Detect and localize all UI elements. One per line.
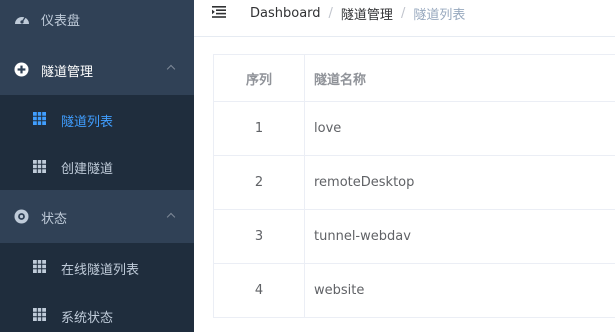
menu-label-dashboard: 仪表盘 [41,14,81,29]
table-cell-name: love [314,121,342,136]
menu-item-dashboard[interactable]: 仪表盘 [0,0,194,44]
grid-icon [33,160,46,173]
table-cell-name: remoteDesktop [314,175,415,190]
grid-icon [33,308,46,321]
menu-item-status[interactable]: 状态 [0,190,194,243]
submenu-label-tunnel-list: 隧道列表 [61,115,114,130]
submenu-item-system-status[interactable]: 系统状态 [0,291,194,332]
hamburger-icon[interactable] [212,6,226,18]
menu-label-status: 状态 [41,212,68,227]
chevron-up-icon [166,64,176,74]
breadcrumb-dashboard[interactable]: Dashboard [250,6,321,21]
breadcrumb-separator: / [400,6,406,21]
table-row[interactable]: 4 website [214,264,615,318]
table-header-row: 序列 隧道名称 [214,55,615,102]
grid-icon [33,260,46,273]
column-header-name: 隧道名称 [314,72,367,88]
table-cell-name: tunnel-webdav [314,229,411,244]
submenu-item-tunnel-list[interactable]: 隧道列表 [0,95,194,142]
menu-item-tunnel-management[interactable]: 隧道管理 [0,44,194,95]
plus-circle-icon [14,62,29,77]
breadcrumb: Dashboard / 隧道管理 / 隧道列表 [250,4,465,23]
status-icon [14,209,29,224]
breadcrumb-current: 隧道列表 [413,8,466,23]
table-cell-index: 3 [214,210,305,263]
chevron-up-icon [166,212,176,222]
table-row[interactable]: 2 remoteDesktop [214,156,615,210]
sidebar: 仪表盘 隧道管理 隧道列表 创建隧道 状态 在线隧道列表 系统状态 [0,0,194,332]
table-row[interactable]: 1 love [214,102,615,156]
breadcrumb-tunnel-management[interactable]: 隧道管理 [341,4,393,23]
column-header-index: 序列 [214,55,305,101]
tunnel-table: 序列 隧道名称 1 love 2 remoteDesktop 3 tunnel-… [213,54,615,318]
breadcrumb-separator: / [328,6,333,21]
table-cell-index: 4 [214,264,305,317]
grid-icon [33,112,46,125]
submenu-label-online-tunnel-list: 在线隧道列表 [61,263,140,278]
menu-label-tunnel-management: 隧道管理 [41,65,94,80]
table-row[interactable]: 3 tunnel-webdav [214,210,615,264]
table-cell-name: website [314,283,365,298]
header-divider [194,36,615,37]
submenu-label-create-tunnel: 创建隧道 [61,162,114,177]
table-cell-index: 1 [214,102,305,155]
submenu-label-system-status: 系统状态 [61,311,114,326]
table-cell-index: 2 [214,156,305,209]
submenu-item-online-tunnel-list[interactable]: 在线隧道列表 [0,243,194,291]
submenu-item-create-tunnel[interactable]: 创建隧道 [0,142,194,190]
dashboard-icon [15,16,29,24]
